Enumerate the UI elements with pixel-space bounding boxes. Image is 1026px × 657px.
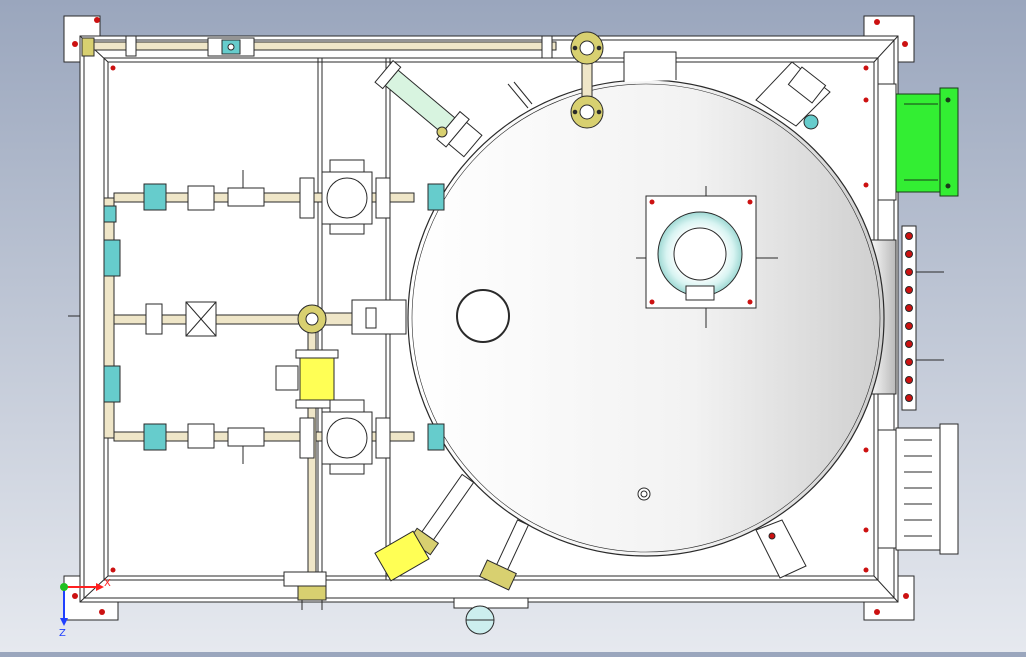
vacuum-chamber-drawing: X Z (59, 15, 959, 639)
finned-motor[interactable] (877, 423, 959, 555)
right-flange-bolts (901, 225, 944, 411)
view-port-hole (456, 289, 510, 343)
cad-viewport[interactable]: X Z (0, 0, 1026, 652)
z-axis-label: Z (59, 628, 66, 639)
x-axis-label: X (104, 578, 111, 589)
drain-fitting (637, 487, 651, 501)
lower-gate-valve[interactable] (321, 399, 373, 475)
green-motor-gearbox[interactable] (877, 83, 959, 201)
upper-gate-valve[interactable] (321, 159, 373, 235)
